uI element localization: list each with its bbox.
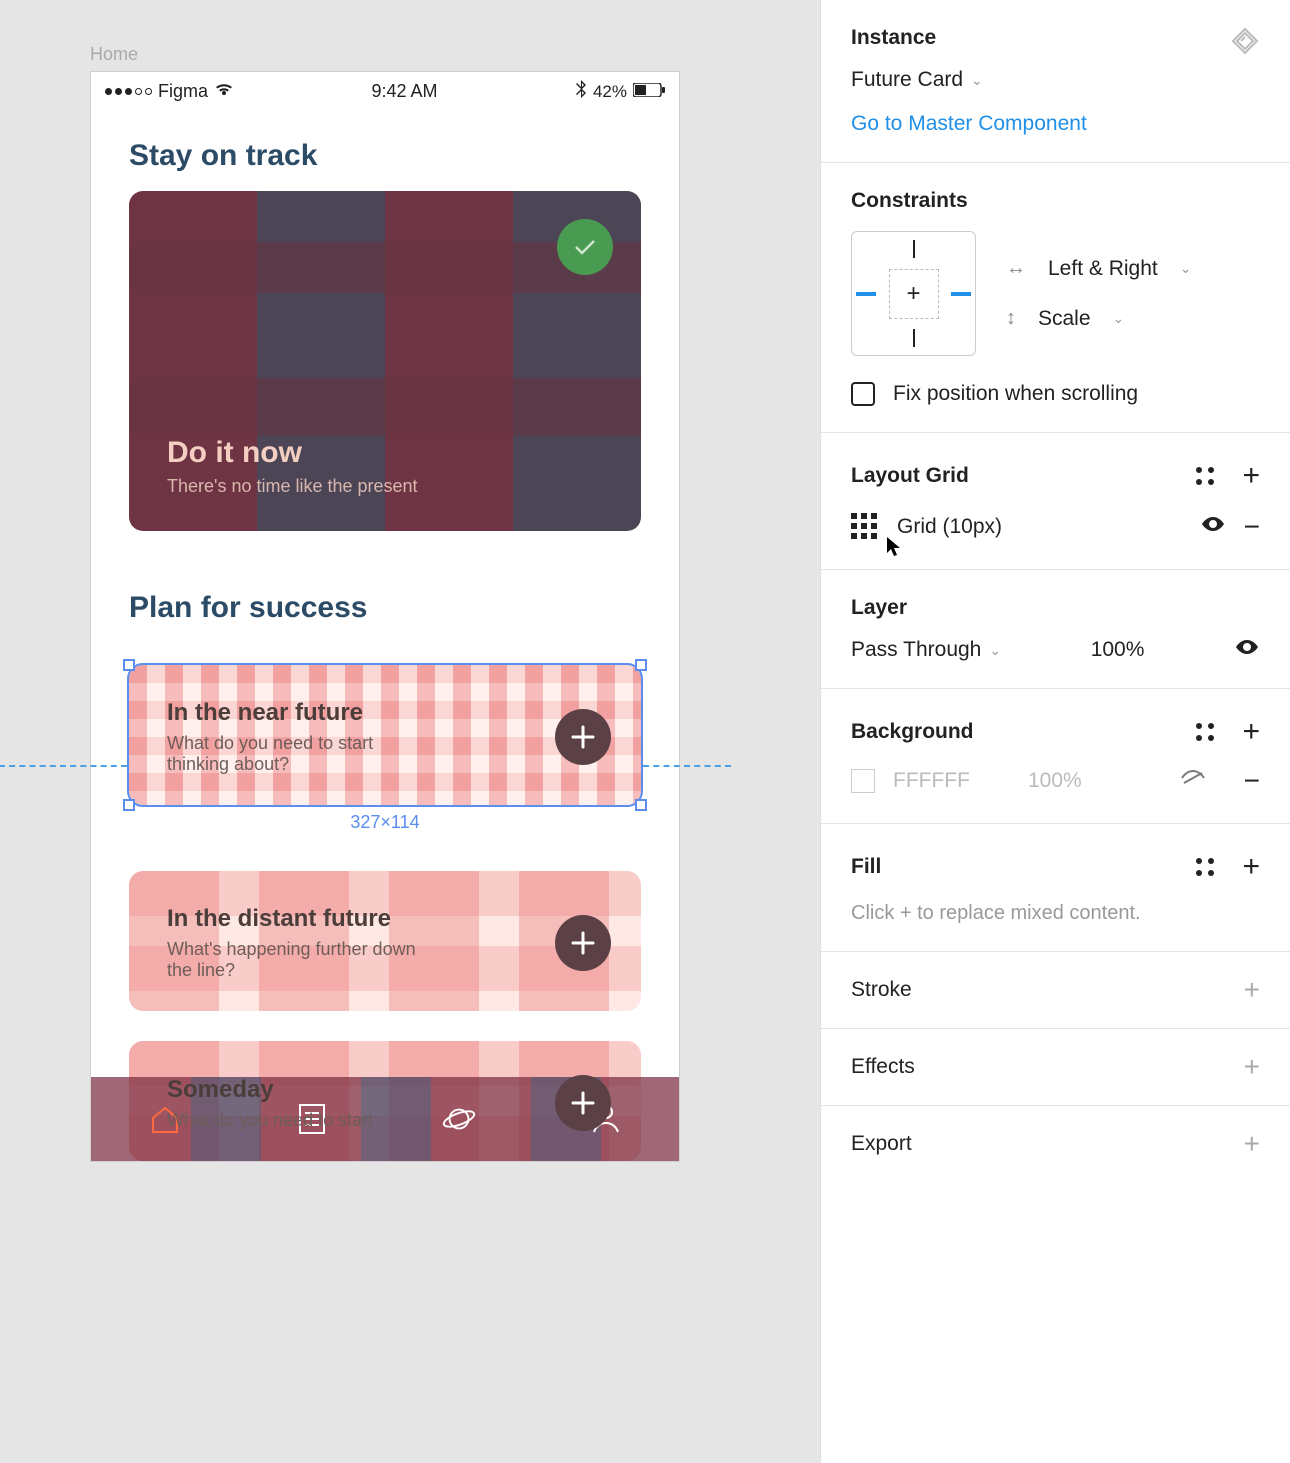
selection-dimensions: 327×114: [350, 812, 419, 833]
battery-icon: [633, 82, 665, 102]
resize-handle[interactable]: [123, 659, 135, 671]
fill-hint: Click + to replace mixed content.: [851, 902, 1260, 925]
panel-title: Stroke: [851, 978, 912, 1002]
canvas[interactable]: Home Figma 9:42 AM 42%: [0, 0, 820, 1463]
phone-frame[interactable]: Figma 9:42 AM 42% Stay on track: [90, 71, 680, 1162]
clock-label: 9:42 AM: [371, 81, 437, 102]
battery-label: 42%: [593, 82, 627, 102]
panel-title: Layer: [851, 596, 1260, 620]
add-background-button[interactable]: +: [1242, 715, 1260, 749]
add-button[interactable]: [555, 915, 611, 971]
chevron-down-icon: ⌄: [1113, 310, 1125, 327]
panel-layer: Layer Pass Through ⌄ 100%: [821, 570, 1290, 689]
future-card[interactable]: In the near future What do you need to s…: [129, 665, 641, 805]
bg-opacity[interactable]: 100%: [1028, 769, 1082, 793]
future-card[interactable]: In the distant future What's happening f…: [129, 871, 641, 1011]
constraint-h-value: Left & Right: [1048, 257, 1158, 281]
styles-icon[interactable]: [1196, 723, 1214, 741]
resize-handle[interactable]: [635, 659, 647, 671]
panel-title: Fill: [851, 855, 881, 879]
frame-label[interactable]: Home: [90, 44, 730, 65]
card-title: In the near future: [167, 699, 427, 727]
alignment-guide: [643, 765, 731, 767]
color-swatch[interactable]: [851, 769, 875, 793]
cursor-icon: [885, 535, 903, 562]
add-button[interactable]: [555, 1075, 611, 1131]
fix-position-label: Fix position when scrolling: [893, 382, 1138, 406]
add-export-button[interactable]: +: [1244, 1128, 1260, 1160]
add-effect-button[interactable]: +: [1244, 1051, 1260, 1083]
carrier-label: Figma: [158, 81, 208, 102]
remove-background-button[interactable]: −: [1244, 765, 1260, 797]
constraints-widget[interactable]: +: [851, 231, 976, 356]
section-title-stay: Stay on track: [129, 139, 679, 173]
styles-icon[interactable]: [1196, 858, 1214, 876]
card-subtitle: What's happening further down the line?: [167, 939, 427, 981]
grid-icon[interactable]: [851, 513, 879, 541]
blend-mode-dropdown[interactable]: Pass Through ⌄: [851, 638, 1001, 662]
panel-constraints: Constraints + ↔ Left & Right ⌄ ↕ Scale ⌄: [821, 163, 1290, 433]
panel-export: Export +: [821, 1106, 1290, 1182]
panel-layout-grid: Layout Grid + Grid (10px) −: [821, 433, 1290, 570]
go-to-master-link[interactable]: Go to Master Component: [851, 112, 1260, 136]
layer-opacity-input[interactable]: 100%: [1091, 638, 1145, 662]
instance-component-dropdown[interactable]: Future Card ⌄: [851, 68, 1260, 92]
hero-subtitle: There's no time like the present: [167, 476, 418, 497]
panel-fill: Fill + Click + to replace mixed content.: [821, 824, 1290, 952]
panel-instance: Instance Future Card ⌄ Go to Master Comp…: [821, 0, 1290, 163]
resize-handle[interactable]: [635, 799, 647, 811]
panel-title: Layout Grid: [851, 464, 969, 488]
bg-hex[interactable]: FFFFFF: [893, 769, 970, 793]
add-stroke-button[interactable]: +: [1244, 974, 1260, 1006]
panel-title: Background: [851, 720, 974, 744]
inspector-panel: Instance Future Card ⌄ Go to Master Comp…: [820, 0, 1290, 1463]
card-subtitle: What do you need to start thinking about…: [167, 733, 427, 775]
resize-handle[interactable]: [123, 799, 135, 811]
add-button[interactable]: [555, 709, 611, 765]
panel-stroke: Stroke +: [821, 952, 1290, 1029]
panel-background: Background + FFFFFF 100% −: [821, 689, 1290, 824]
panel-title: Instance: [851, 26, 936, 50]
remove-grid-button[interactable]: −: [1244, 511, 1260, 543]
grid-label[interactable]: Grid (10px): [897, 515, 1182, 539]
reset-icon[interactable]: [1230, 26, 1260, 62]
constraint-v-value: Scale: [1038, 307, 1091, 331]
status-bar: Figma 9:42 AM 42%: [91, 72, 679, 109]
card-title: In the distant future: [167, 905, 427, 933]
hero-card[interactable]: Do it now There's no time like the prese…: [129, 191, 641, 531]
visibility-icon[interactable]: [1200, 515, 1226, 539]
chevron-down-icon: ⌄: [989, 642, 1001, 659]
add-fill-button[interactable]: +: [1242, 850, 1260, 884]
component-name: Future Card: [851, 68, 963, 92]
panel-title: Effects: [851, 1055, 915, 1079]
panel-effects: Effects +: [821, 1029, 1290, 1106]
vertical-arrow-icon: ↕: [1006, 307, 1016, 330]
card-subtitle: What do you need to start: [167, 1110, 373, 1131]
chevron-down-icon: ⌄: [971, 72, 983, 89]
add-grid-button[interactable]: +: [1242, 459, 1260, 493]
planet-icon[interactable]: [442, 1102, 476, 1136]
signal-dots-icon: [105, 88, 152, 95]
card-title: Someday: [167, 1076, 373, 1104]
constraint-vertical-dropdown[interactable]: ↕ Scale ⌄: [1006, 307, 1191, 331]
selected-card-wrapper[interactable]: In the near future What do you need to s…: [129, 665, 641, 805]
panel-title: Constraints: [851, 189, 1260, 213]
section-title-plan: Plan for success: [129, 591, 679, 625]
alignment-guide: [0, 765, 127, 767]
wifi-icon: [214, 81, 234, 102]
styles-icon[interactable]: [1196, 467, 1214, 485]
constraint-horizontal-dropdown[interactable]: ↔ Left & Right ⌄: [1006, 257, 1191, 281]
horizontal-arrow-icon: ↔: [1006, 257, 1026, 280]
bluetooth-icon: [575, 80, 587, 103]
hero-title: Do it now: [167, 436, 418, 470]
visibility-off-icon[interactable]: [1180, 769, 1206, 793]
fix-position-checkbox[interactable]: [851, 382, 875, 406]
blend-mode-value: Pass Through: [851, 638, 981, 662]
visibility-icon[interactable]: [1234, 638, 1260, 662]
panel-title: Export: [851, 1132, 912, 1156]
chevron-down-icon: ⌄: [1180, 260, 1192, 277]
check-icon: [557, 219, 613, 275]
